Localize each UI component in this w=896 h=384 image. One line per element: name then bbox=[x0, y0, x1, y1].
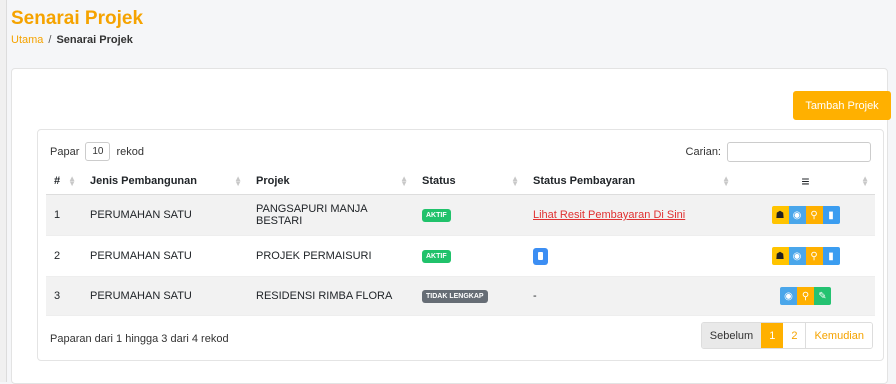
cell-no: 3 bbox=[46, 276, 82, 316]
cell-actions: ☗ ◉ ⚲ ▮ bbox=[736, 194, 875, 236]
cell-no: 1 bbox=[46, 194, 82, 236]
table-info: Paparan dari 1 hingga 3 dari 4 rekod bbox=[50, 333, 229, 345]
cell-jenis: PERUMAHAN SATU bbox=[82, 235, 248, 277]
pagination: Sebelum 1 2 Kemudian bbox=[700, 322, 873, 349]
document-icon[interactable] bbox=[533, 247, 548, 265]
sort-icon: ▲ ▼ bbox=[234, 174, 242, 188]
sort-icon: ▲ ▼ bbox=[861, 174, 869, 188]
eye-icon[interactable]: ◉ bbox=[788, 206, 806, 224]
search-icon[interactable]: ⚲ bbox=[805, 206, 823, 224]
pagination-page-1[interactable]: 1 bbox=[761, 323, 784, 348]
cell-jenis: PERUMAHAN SATU bbox=[82, 276, 248, 316]
document-icon[interactable]: ▮ bbox=[822, 247, 840, 265]
length-control: Papar 10 rekod bbox=[50, 142, 144, 161]
building-icon[interactable]: ☗ bbox=[771, 247, 789, 265]
table-header-row: # ▲ ▼ Jenis Pembangunan ▲ ▼ Projek ▲ ▼ Status ▲… bbox=[46, 168, 875, 195]
pagination-next-button[interactable]: Kemudian bbox=[805, 323, 872, 348]
cell-projek: PROJEK PERMAISURI bbox=[248, 235, 414, 277]
status-badge: AKTIF bbox=[422, 209, 451, 222]
table-container: Papar 10 rekod Carian: # ▲ ▼ Jenis Pembang… bbox=[37, 129, 884, 361]
cell-jenis: PERUMAHAN SATU bbox=[82, 194, 248, 236]
cell-status: AKTIF bbox=[414, 235, 525, 277]
action-group: ☗ ◉ ⚲ ▮ bbox=[744, 206, 867, 224]
breadcrumb-separator: / bbox=[48, 34, 52, 46]
cell-no: 2 bbox=[46, 235, 82, 277]
sort-icon: ▲ ▼ bbox=[722, 174, 730, 188]
search-control: Carian: bbox=[686, 142, 871, 162]
search-input[interactable] bbox=[727, 142, 871, 162]
col-header-actions[interactable]: ≡ ▲ ▼ bbox=[736, 168, 875, 195]
action-group: ☗ ◉ ⚲ ▮ bbox=[744, 247, 867, 265]
cell-actions: ☗ ◉ ⚲ ▮ bbox=[736, 235, 875, 277]
search-icon[interactable]: ⚲ bbox=[797, 287, 814, 305]
length-suffix: rekod bbox=[116, 145, 145, 158]
col-header-no[interactable]: # ▲ ▼ bbox=[46, 168, 82, 195]
col-header-status[interactable]: Status ▲ ▼ bbox=[414, 168, 525, 195]
breadcrumb: Utama / Senarai Projek bbox=[11, 34, 133, 46]
sort-icon: ▲ ▼ bbox=[511, 174, 519, 188]
length-prefix: Papar bbox=[50, 145, 80, 158]
sort-icon: ▲ ▼ bbox=[68, 174, 76, 188]
projects-card: Tambah Projek Papar 10 rekod Carian: # ▲ ▼… bbox=[11, 68, 891, 384]
page-title: Senarai Projek bbox=[11, 8, 144, 29]
search-icon[interactable]: ⚲ bbox=[805, 247, 823, 265]
cell-projek: RESIDENSI RIMBA FLORA bbox=[248, 276, 414, 316]
col-header-payment[interactable]: Status Pembayaran ▲ ▼ bbox=[525, 168, 736, 195]
cell-payment: - bbox=[525, 276, 736, 316]
cell-projek: PANGSAPURI MANJA BESTARI bbox=[248, 194, 414, 236]
length-select[interactable]: 10 bbox=[85, 142, 111, 161]
building-icon[interactable]: ☗ bbox=[771, 206, 789, 224]
search-label: Carian: bbox=[685, 146, 721, 158]
projects-table: # ▲ ▼ Jenis Pembangunan ▲ ▼ Projek ▲ ▼ Status ▲… bbox=[46, 168, 875, 316]
cell-status: TIDAK LENGKAP bbox=[414, 276, 525, 316]
cell-payment bbox=[525, 235, 736, 277]
cell-status: AKTIF bbox=[414, 194, 525, 236]
breadcrumb-current: Senarai Projek bbox=[56, 34, 133, 46]
col-header-projek[interactable]: Projek ▲ ▼ bbox=[248, 168, 414, 195]
breadcrumb-home-link[interactable]: Utama bbox=[11, 34, 43, 46]
status-badge: AKTIF bbox=[422, 250, 451, 263]
add-project-button[interactable]: Tambah Projek bbox=[793, 91, 891, 120]
status-badge: TIDAK LENGKAP bbox=[422, 290, 488, 303]
eye-icon[interactable]: ◉ bbox=[780, 287, 797, 305]
payment-receipt-link[interactable]: Lihat Resit Pembayaran Di Sini bbox=[533, 209, 685, 221]
menu-icon: ≡ bbox=[801, 173, 810, 189]
table-row: 2 PERUMAHAN SATU PROJEK PERMAISURI AKTIF… bbox=[46, 235, 875, 277]
action-group: ◉ ⚲ ✎ bbox=[744, 287, 867, 305]
page-left-border bbox=[0, 0, 7, 382]
pagination-page-2[interactable]: 2 bbox=[783, 323, 806, 348]
col-header-jenis[interactable]: Jenis Pembangunan ▲ ▼ bbox=[82, 168, 248, 195]
table-row: 1 PERUMAHAN SATU PANGSAPURI MANJA BESTAR… bbox=[46, 194, 875, 236]
pagination-prev-button[interactable]: Sebelum bbox=[701, 323, 762, 348]
cell-actions: ◉ ⚲ ✎ bbox=[736, 276, 875, 316]
sort-icon: ▲ ▼ bbox=[400, 174, 408, 188]
document-icon[interactable]: ▮ bbox=[822, 206, 840, 224]
eye-icon[interactable]: ◉ bbox=[788, 247, 806, 265]
edit-icon[interactable]: ✎ bbox=[814, 287, 831, 305]
cell-payment: Lihat Resit Pembayaran Di Sini bbox=[525, 194, 736, 236]
table-row: 3 PERUMAHAN SATU RESIDENSI RIMBA FLORA T… bbox=[46, 276, 875, 316]
